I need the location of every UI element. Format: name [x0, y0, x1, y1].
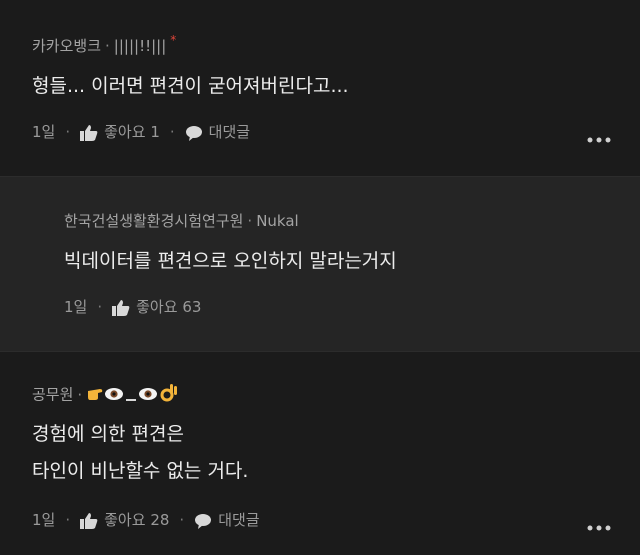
speech-bubble-icon [195, 513, 212, 529]
comment-feed: 카카오뱅크 · |||||!!||| * 형들... 이러면 편견이 굳어져버린다고.… [0, 0, 640, 555]
comment: 카카오뱅크 · |||||!!||| * 형들... 이러면 편견이 굳어져버린다고.… [0, 0, 640, 176]
separator: · [97, 297, 103, 316]
comment-actions: 1일 · 좋아요 1 · 대댓글 [32, 121, 250, 142]
comment-text-line: 타인이 비난할수 없는 거다. [32, 460, 249, 482]
comment-body: 빅데이터를 편견으로 오인하지 말라는거지 [64, 243, 397, 280]
more-options-icon[interactable] [586, 136, 612, 144]
reply-button[interactable]: 대댓글 [194, 509, 260, 530]
comment-text-line: 빅데이터를 편견으로 오인하지 말라는거지 [64, 250, 397, 272]
comment-body: 형들... 이러면 편견이 굳어져버린다고... [32, 68, 349, 105]
comment-text-line: 경험에 의한 편견은 [32, 423, 184, 445]
separator: · [65, 122, 71, 141]
like-count: 1 [150, 123, 160, 141]
like-button[interactable]: 좋아요 63 [112, 296, 201, 317]
more-options-icon[interactable] [586, 524, 612, 532]
comment-actions: 1일 · 좋아요 28 · 대댓글 [32, 509, 260, 530]
like-count: 28 [150, 511, 170, 529]
like-button[interactable]: 좋아요 1 [80, 121, 160, 142]
reply-label: 대댓글 [218, 511, 260, 529]
like-button[interactable]: 좋아요 28 [80, 509, 169, 530]
author-name[interactable]: 한국건설생활환경시험연구원 [64, 212, 243, 230]
timestamp: 1일 [32, 511, 56, 529]
separator: · [105, 37, 110, 55]
author-name[interactable]: 공무원 [32, 386, 73, 404]
like-label: 좋아요 [104, 511, 146, 529]
thumbs-up-icon [80, 512, 98, 529]
like-label: 좋아요 [136, 298, 178, 316]
thumbs-up-icon [80, 124, 98, 141]
thumbs-up-icon [112, 299, 130, 316]
like-label: 좋아요 [104, 123, 146, 141]
reply-label: 대댓글 [208, 123, 251, 141]
comment-text-line: 형들... 이러면 편견이 굳어져버린다고... [32, 75, 349, 97]
comment-body: 경험에 의한 편견은 타인이 비난할수 없는 거다. [32, 416, 248, 490]
author-emoji-handle[interactable] [86, 383, 178, 407]
comment-meta: 카카오뱅크 · |||||!!||| * [32, 33, 177, 56]
separator: · [77, 385, 83, 404]
badge-star-icon: * [170, 33, 177, 47]
author-handle[interactable]: |||||!!||| [114, 37, 166, 55]
like-count: 63 [182, 298, 202, 316]
author-name[interactable]: 카카오뱅크 [32, 37, 101, 55]
separator: · [65, 510, 71, 529]
comment-meta: 한국건설생활환경시험연구원 · Nukal [64, 210, 299, 231]
separator: · [247, 212, 253, 230]
author-handle[interactable]: Nukal [256, 212, 299, 230]
timestamp: 1일 [64, 298, 88, 316]
emoji-sequence-icon [88, 384, 178, 402]
comment: 공무원 · 경험에 의한 편견은 타인이 비난할수 없는 거다. 1일 · 좋아… [0, 353, 640, 555]
speech-bubble-icon [185, 125, 202, 141]
comment-actions: 1일 · 좋아요 63 [64, 296, 201, 317]
reply-comment: 한국건설생활환경시험연구원 · Nukal 빅데이터를 편견으로 오인하지 말라는거… [0, 176, 640, 352]
separator: · [179, 510, 185, 529]
comment-meta: 공무원 · [32, 383, 178, 407]
separator: · [169, 122, 175, 141]
reply-button[interactable]: 대댓글 [185, 121, 250, 142]
timestamp: 1일 [32, 123, 56, 141]
